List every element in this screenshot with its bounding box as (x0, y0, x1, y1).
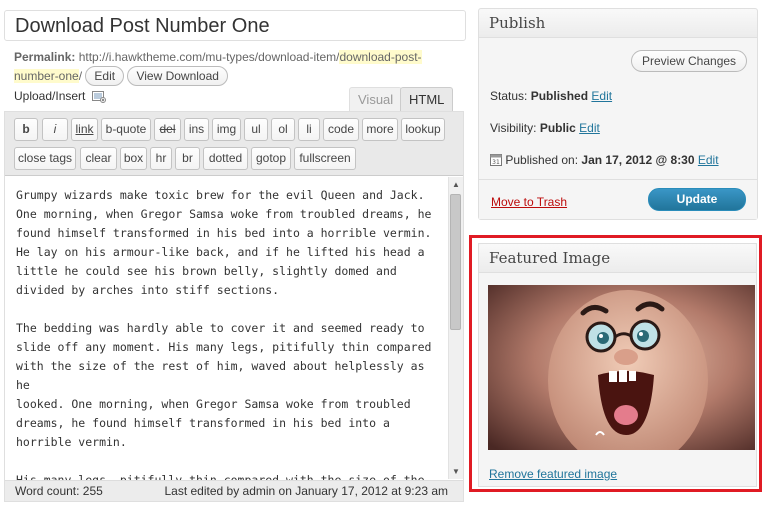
ol-button[interactable]: ol (271, 118, 295, 141)
published-on-row: 31 Published on: Jan 17, 2012 @ 8:30 Edi… (490, 153, 719, 169)
del-button[interactable]: del (154, 118, 181, 141)
word-count: Word count: 255 (15, 484, 103, 498)
featured-image-thumbnail[interactable] (488, 285, 755, 450)
svg-text:31: 31 (492, 159, 500, 166)
link-button[interactable]: link (71, 118, 98, 141)
published-on-value: Jan 17, 2012 @ 8:30 (581, 153, 695, 167)
published-on-label: Published on: (505, 153, 579, 167)
upload-insert-label: Upload/Insert (14, 89, 86, 103)
permalink-slug[interactable]: download-post- (339, 50, 422, 64)
status-row: Status: Published Edit (490, 89, 612, 103)
gotop-button[interactable]: gotop (251, 147, 291, 170)
fullscreen-button[interactable]: fullscreen (294, 147, 356, 170)
add-media-icon[interactable] (92, 90, 106, 103)
content-textarea[interactable]: Grumpy wizards make toxic brew for the e… (6, 177, 447, 480)
tab-html[interactable]: HTML (400, 87, 454, 112)
edit-status-link[interactable]: Edit (591, 89, 612, 103)
lookup-button[interactable]: lookup (401, 118, 445, 141)
quicktags-toolbar: b i link b-quote del ins img ul ol li co… (5, 112, 463, 176)
edit-visibility-link[interactable]: Edit (579, 121, 600, 135)
permalink-label: Permalink: (14, 50, 76, 64)
blockquote-button[interactable]: b-quote (101, 118, 151, 141)
close-tags-button[interactable]: close tags (14, 147, 76, 170)
content-paragraph: Grumpy wizards make toxic brew for the e… (16, 188, 432, 297)
featured-image-heading: Featured Image (479, 244, 756, 273)
ul-button[interactable]: ul (244, 118, 268, 141)
img-button[interactable]: img (212, 118, 241, 141)
post-title-input[interactable]: Download Post Number One (4, 10, 466, 41)
visibility-row: Visibility: Public Edit (490, 121, 600, 135)
more-button[interactable]: more (362, 118, 398, 141)
remove-featured-image-link[interactable]: Remove featured image (489, 467, 617, 481)
tab-visual[interactable]: Visual (349, 87, 403, 112)
edit-date-link[interactable]: Edit (698, 153, 719, 167)
visibility-value: Public (539, 121, 576, 135)
editor-statusbar: Word count: 255 Last edited by admin on … (5, 480, 463, 501)
italic-button[interactable]: i (42, 118, 68, 141)
editor-scroll-thumb[interactable] (450, 194, 461, 330)
scroll-up-arrow-icon[interactable]: ▲ (451, 180, 461, 190)
dotted-button[interactable]: dotted (203, 147, 248, 170)
last-edited: Last edited by admin on January 17, 2012… (164, 484, 448, 498)
content-paragraph: His many legs, pitifully thin compared w… (16, 473, 425, 480)
view-download-button[interactable]: View Download (127, 66, 228, 86)
publish-heading: Publish (479, 9, 757, 38)
permalink-trailing: / (78, 69, 83, 83)
permalink-slug-cont[interactable]: number-one (14, 69, 79, 83)
status-value: Published (530, 89, 589, 103)
box-button[interactable]: box (120, 147, 147, 170)
permalink-row: Permalink: http://i.hawktheme.com/mu-typ… (14, 48, 444, 86)
permalink-base: http://i.hawktheme.com/mu-types/download… (78, 50, 340, 64)
hr-button[interactable]: hr (150, 147, 172, 170)
calendar-icon: 31 (490, 153, 502, 169)
content-paragraph: The bedding was hardly able to cover it … (16, 321, 432, 449)
visibility-label: Visibility: (490, 121, 537, 135)
preview-changes-button[interactable]: Preview Changes (631, 50, 748, 72)
edit-slug-button[interactable]: Edit (85, 66, 125, 86)
code-button[interactable]: code (323, 118, 359, 141)
update-button[interactable]: Update (648, 188, 746, 211)
scroll-down-arrow-icon[interactable]: ▼ (451, 467, 461, 477)
br-button[interactable]: br (175, 147, 200, 170)
li-button[interactable]: li (298, 118, 320, 141)
bold-button[interactable]: b (14, 118, 38, 141)
ins-button[interactable]: ins (184, 118, 209, 141)
clear-button[interactable]: clear (80, 147, 117, 170)
status-label: Status: (490, 89, 528, 103)
move-to-trash-link[interactable]: Move to Trash (491, 195, 567, 209)
